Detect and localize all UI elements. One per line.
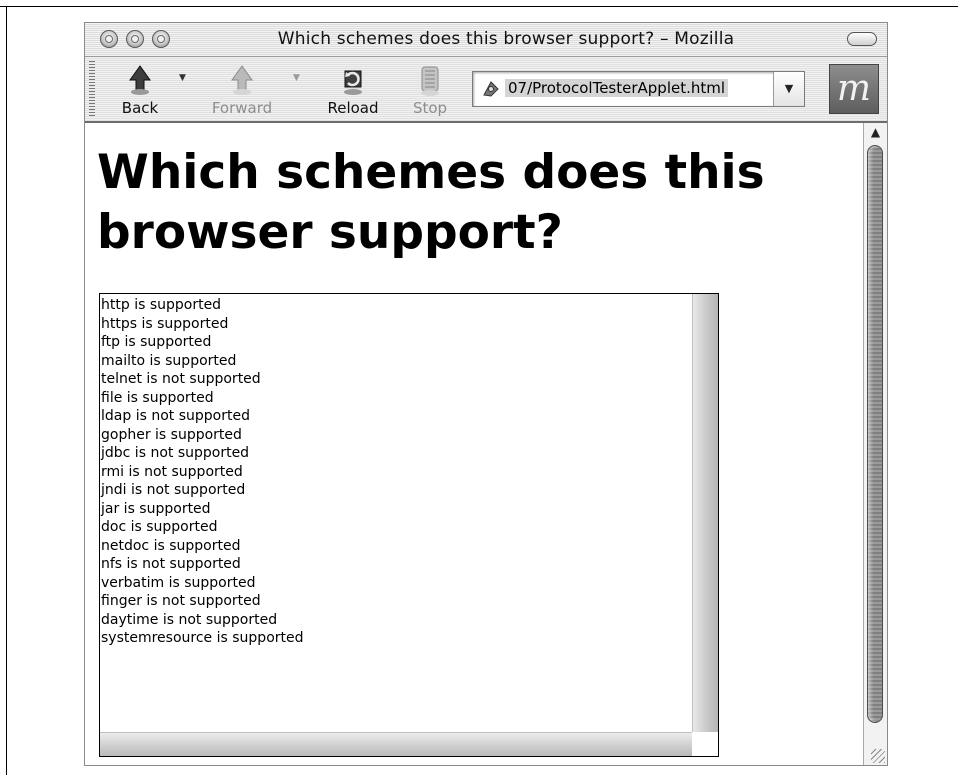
stop-button[interactable]: Stop bbox=[395, 63, 465, 117]
toolbar-toggle-button[interactable] bbox=[847, 32, 877, 46]
page-vertical-scrollbar[interactable]: ▲ bbox=[863, 123, 887, 765]
forward-arrow-icon bbox=[231, 65, 253, 95]
back-label: Back bbox=[121, 99, 159, 117]
browser-window: Which schemes does this browser support?… bbox=[84, 22, 888, 766]
list-item: gopher is supported bbox=[101, 426, 242, 443]
reload-icon bbox=[344, 70, 362, 95]
protocol-tester-applet[interactable]: http is supported https is supported ftp i… bbox=[99, 293, 719, 757]
forward-label: Forward bbox=[211, 99, 273, 117]
list-item: systemresource is supported bbox=[101, 630, 304, 646]
list-item: https is supported bbox=[101, 315, 229, 332]
list-item: finger is not supported bbox=[101, 593, 261, 609]
page-frame-left-border bbox=[6, 6, 7, 775]
zoom-button-icon[interactable] bbox=[152, 30, 170, 48]
navigation-toolbar: Back ▼ Forward ▼ Reload Stop 07/Protocol… bbox=[85, 57, 887, 123]
list-item: file is supported bbox=[101, 389, 214, 406]
list-item: nfs is not supported bbox=[101, 556, 241, 572]
forward-button[interactable]: Forward bbox=[207, 63, 277, 117]
page-content: Which schemes does this browser support?… bbox=[85, 123, 863, 765]
window-resize-grip-icon[interactable] bbox=[871, 749, 885, 763]
minimize-button-icon[interactable] bbox=[126, 30, 144, 48]
url-bar[interactable]: 07/ProtocolTesterApplet.html ▼ bbox=[472, 71, 805, 107]
applet-vertical-scrollbar[interactable] bbox=[692, 294, 718, 732]
list-item: jndi is not supported bbox=[101, 482, 246, 498]
scroll-up-arrow-icon[interactable]: ▲ bbox=[864, 125, 887, 139]
protocol-results-list: http is supported https is supported ftp i… bbox=[101, 296, 304, 648]
reload-label: Reload bbox=[327, 99, 379, 117]
list-item: mailto is supported bbox=[101, 352, 237, 369]
back-history-dropdown-icon[interactable]: ▼ bbox=[179, 73, 186, 83]
stop-icon bbox=[421, 66, 439, 96]
mozilla-throbber-icon[interactable]: m bbox=[829, 64, 879, 114]
page-file-icon bbox=[483, 81, 499, 97]
list-item: netdoc is supported bbox=[101, 537, 241, 554]
window-title: Which schemes does this browser support?… bbox=[277, 29, 735, 49]
close-button-icon[interactable] bbox=[100, 30, 118, 48]
title-bar[interactable]: Which schemes does this browser support?… bbox=[85, 23, 887, 57]
list-item: rmi is not supported bbox=[101, 463, 243, 480]
url-history-dropdown-icon[interactable]: ▼ bbox=[773, 72, 804, 106]
page-frame-top-border bbox=[0, 6, 958, 7]
page-title: Which schemes does this browser support? bbox=[97, 145, 765, 260]
list-item: jar is supported bbox=[101, 500, 211, 517]
list-item: daytime is not supported bbox=[101, 611, 278, 628]
list-item: http is supported bbox=[101, 297, 222, 313]
url-input[interactable]: 07/ProtocolTesterApplet.html bbox=[505, 79, 729, 97]
back-button[interactable]: Back bbox=[105, 63, 175, 117]
list-item: jdbc is not supported bbox=[101, 445, 250, 461]
toolbar-grip-handle[interactable] bbox=[89, 61, 95, 117]
stop-label: Stop bbox=[412, 99, 448, 117]
list-item: doc is supported bbox=[101, 519, 218, 535]
list-item: ldap is not supported bbox=[101, 408, 250, 424]
list-item: verbatim is supported bbox=[101, 574, 256, 591]
list-item: ftp is supported bbox=[101, 334, 212, 350]
forward-history-dropdown-icon[interactable]: ▼ bbox=[293, 73, 300, 83]
applet-horizontal-scrollbar[interactable] bbox=[100, 732, 692, 756]
reload-button[interactable]: Reload bbox=[318, 63, 388, 117]
back-arrow-icon bbox=[129, 65, 151, 95]
list-item: telnet is not supported bbox=[101, 371, 261, 387]
scrollbar-thumb[interactable] bbox=[867, 145, 883, 723]
